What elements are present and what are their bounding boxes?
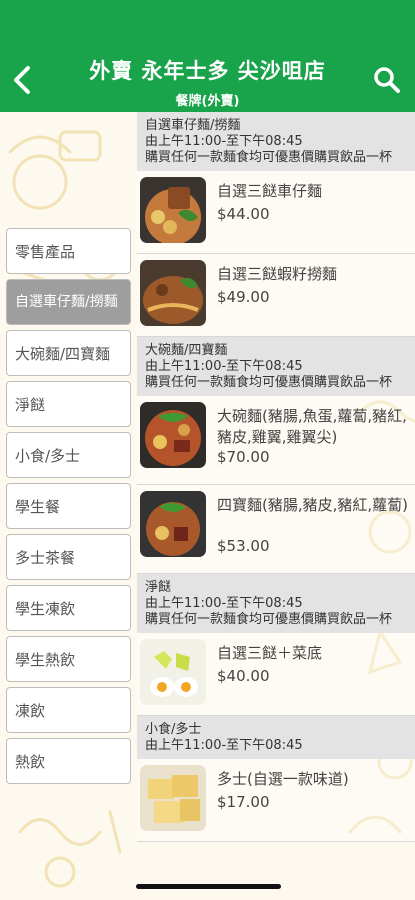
food-image [140,765,206,831]
menu-item[interactable]: 自選三餸＋菜底 $40.00 [137,633,415,716]
sidebar-item-toast-set[interactable]: 多士茶餐 [6,534,131,580]
item-price: $40.00 [217,667,270,685]
section-title: 小食/多士 [145,722,202,737]
section-hours: 由上午11:00-至下午08:45 [145,596,303,611]
home-indicator[interactable] [136,884,281,889]
food-image [140,639,206,705]
sidebar-item-student-meal[interactable]: 學生餐 [6,483,131,529]
food-image [140,491,206,557]
sidebar-item-cart-noodles[interactable]: 自選車仔麵/撈麵 [6,279,131,325]
search-icon [374,67,400,93]
sidebar-item-cold-drinks[interactable]: 凍飲 [6,687,131,733]
item-price: $44.00 [217,205,270,223]
item-name: 自選三餸蝦籽撈麵 [217,265,338,283]
menu-item[interactable]: 自選三餸車仔麵 $44.00 [137,171,415,254]
section-note: 購買任何一款麵食均可優惠價購買飲品一杯 [145,150,393,165]
sidebar-item-snacks-toast[interactable]: 小食/多士 [6,432,131,478]
food-image [140,177,206,243]
item-name: 多士(自選一款味道) [217,770,349,788]
section-header: 大碗麵/四寶麵 由上午11:00-至下午08:45 購買任何一款麵食均可優惠價購… [137,337,415,396]
menu-item[interactable]: 四寶麵(豬腸,豬皮,豬紅,蘿蔔) $53.00 [137,485,415,574]
item-name: 自選三餸＋菜底 [217,644,323,662]
section-title: 自選車仔麵/撈麵 [145,118,241,133]
app-header: 外賣 永年士多 尖沙咀店 餐牌(外賣) [0,0,415,112]
item-name: 自選三餸車仔麵 [217,182,323,200]
chevron-left-icon [14,66,30,94]
section-note: 購買任何一款麵食均可優惠價購買飲品一杯 [145,375,393,390]
page-subtitle: 餐牌(外賣) [175,94,240,109]
menu-list: 自選車仔麵/撈麵 由上午11:00-至下午08:45 購買任何一款麵食均可優惠價… [137,112,415,900]
section-header: 淨餸 由上午11:00-至下午08:45 購買任何一款麵食均可優惠價購買飲品一杯 [137,574,415,633]
item-name: 大碗麵(豬腸,魚蛋,蘿蔔,豬紅,豬皮,雞翼,雞翼尖) [217,407,407,446]
sidebar-item-student-cold-drinks[interactable]: 學生凍飲 [6,585,131,631]
section-header: 小食/多士 由上午11:00-至下午08:45 [137,716,415,759]
menu-item[interactable]: 多士(自選一款味道) $17.00 [137,759,415,842]
page-title: 外賣 永年士多 尖沙咀店 [89,59,326,83]
food-image [140,260,206,326]
section-note: 購買任何一款麵食均可優惠價購買飲品一杯 [145,612,393,627]
sidebar-item-student-hot-drinks[interactable]: 學生熱飲 [6,636,131,682]
sidebar-item-retail[interactable]: 零售產品 [6,228,131,274]
category-sidebar: 零售產品 自選車仔麵/撈麵 大碗麵/四寶麵 淨餸 小食/多士 學生餐 多士茶餐 … [6,228,131,789]
menu-item[interactable]: 自選三餸蝦籽撈麵 $49.00 [137,254,415,337]
section-title: 大碗麵/四寶麵 [145,343,228,358]
section-hours: 由上午11:00-至下午08:45 [145,134,303,149]
sidebar-item-big-bowl-noodles[interactable]: 大碗麵/四寶麵 [6,330,131,376]
section-header: 自選車仔麵/撈麵 由上午11:00-至下午08:45 購買任何一款麵食均可優惠價… [137,112,415,171]
section-title: 淨餸 [145,580,172,595]
section-hours: 由上午11:00-至下午08:45 [145,738,303,753]
section-hours: 由上午11:00-至下午08:45 [145,359,303,374]
food-image [140,402,206,468]
item-price: $17.00 [217,793,270,811]
item-price: $70.00 [217,448,270,466]
item-name: 四寶麵(豬腸,豬皮,豬紅,蘿蔔) [217,496,409,514]
search-button[interactable] [371,64,403,96]
item-price: $53.00 [217,537,270,555]
item-price: $49.00 [217,288,270,306]
sidebar-item-toppings[interactable]: 淨餸 [6,381,131,427]
back-button[interactable] [8,60,38,100]
menu-item[interactable]: 大碗麵(豬腸,魚蛋,蘿蔔,豬紅,豬皮,雞翼,雞翼尖) $70.00 [137,396,415,485]
sidebar-item-hot-drinks[interactable]: 熱飲 [6,738,131,784]
